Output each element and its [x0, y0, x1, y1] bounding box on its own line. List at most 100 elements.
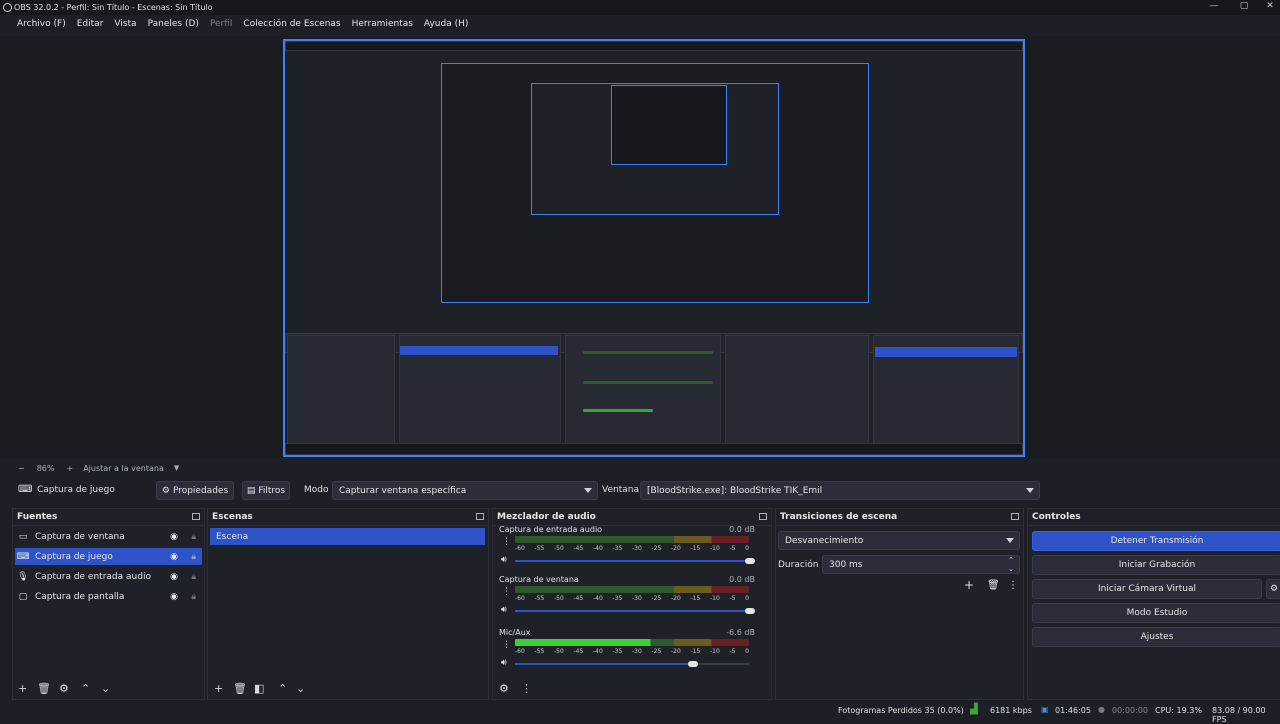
move-up-icon[interactable]: ⌃: [278, 682, 287, 695]
kebab-icon[interactable]: ⋮: [502, 640, 511, 650]
eye-icon[interactable]: ◉: [170, 572, 178, 582]
menu-perfil[interactable]: Perfil: [210, 19, 233, 29]
virtual-camera-settings-button[interactable]: ⚙: [1266, 579, 1280, 599]
add-icon[interactable]: +: [214, 682, 223, 695]
stop-streaming-button[interactable]: Detener Transmisión: [1032, 531, 1280, 551]
start-recording-button[interactable]: Iniciar Grabación: [1032, 555, 1280, 575]
zoom-out-button[interactable]: −: [18, 464, 25, 473]
volume-knob[interactable]: [688, 661, 699, 667]
scene-filter-icon[interactable]: ◧: [254, 682, 264, 695]
gamepad-icon: ⌨: [16, 551, 30, 562]
gear-icon[interactable]: ⚙: [59, 682, 69, 695]
menu-vista[interactable]: Vista: [114, 19, 136, 29]
source-item-audio[interactable]: 🎙︎ Captura de entrada audio ◉ 🔒︎: [15, 568, 202, 585]
record-icon: ●: [1098, 705, 1105, 714]
volume-slider[interactable]: [515, 661, 749, 667]
transition-value: Desvanecimiento: [785, 535, 864, 546]
filters-label: Filtros: [258, 485, 286, 496]
speaker-icon[interactable]: 🔊︎: [501, 658, 507, 668]
undock-icon[interactable]: [192, 513, 200, 520]
lock-icon[interactable]: 🔒︎: [191, 552, 196, 562]
menu-bar: Archivo (F) Editar Vista Paneles (D) Per…: [0, 16, 1280, 32]
zoom-fit-label[interactable]: Ajustar a la ventana: [83, 464, 164, 473]
settings-button[interactable]: Ajustes: [1032, 627, 1280, 647]
add-icon[interactable]: +: [964, 578, 974, 592]
filters-button[interactable]: ▤ Filtros: [242, 481, 290, 500]
menu-editar[interactable]: Editar: [77, 19, 104, 29]
db-scale: -60 -55 -50 -45 -40 -35 -30 -25 -20 -15 -10 -5 0: [515, 595, 749, 602]
duration-label: Duración: [778, 560, 819, 570]
trash-icon[interactable]: 🗑︎: [37, 682, 51, 695]
zoom-level: 86%: [36, 463, 55, 473]
source-item-game[interactable]: ⌨ Captura de juego ◉ 🔒︎: [15, 548, 202, 565]
start-virtual-camera-button[interactable]: Iniciar Cámara Virtual: [1032, 579, 1262, 599]
lock-icon[interactable]: 🔒︎: [191, 592, 196, 602]
undock-icon[interactable]: [759, 513, 767, 520]
preview-capture-image: [283, 39, 1025, 457]
studio-mode-button[interactable]: Modo Estudio: [1032, 603, 1280, 623]
gear-icon[interactable]: ⚙: [499, 682, 509, 695]
source-label: Captura de juego: [35, 551, 113, 562]
volume-slider[interactable]: [515, 608, 755, 614]
eye-icon[interactable]: ◉: [170, 532, 178, 542]
trash-icon[interactable]: 🗑︎: [233, 682, 247, 695]
spin-arrows-icon[interactable]: ⌃ ⌄: [1008, 556, 1014, 574]
transition-select[interactable]: Desvanecimiento: [778, 531, 1020, 550]
sources-header: Fuentes: [13, 509, 204, 526]
db-scale: -60 -55 -50 -45 -40 -35 -30 -25 -20 -15 -10 -5 0: [515, 545, 749, 552]
menu-herramientas[interactable]: Herramientas: [352, 19, 413, 29]
menu-coleccion[interactable]: Colección de Escenas: [243, 19, 340, 29]
gear-icon: ⚙: [161, 485, 170, 496]
mixer-channel: Captura de entrada audio 0.0 dB ⋮ -60 -55…: [497, 525, 759, 577]
move-down-icon[interactable]: ⌄: [296, 682, 305, 695]
source-item-screen[interactable]: ▢ Captura de pantalla ◉ 🔒︎: [15, 588, 202, 605]
scenes-title: Escenas: [212, 512, 253, 522]
move-up-icon[interactable]: ⌃: [81, 682, 90, 695]
undock-icon[interactable]: [1011, 513, 1019, 520]
maximize-icon[interactable]: ▢: [1232, 1, 1256, 14]
speaker-icon[interactable]: 🔊︎: [501, 555, 507, 565]
microphone-icon: 🎙︎: [17, 571, 29, 582]
window-title: OBS 32.0.2 - Perfil: Sin Título - Escena…: [14, 3, 213, 12]
volume-knob[interactable]: [745, 608, 755, 614]
transitions-header: Transiciones de escena: [776, 509, 1023, 526]
kebab-icon[interactable]: ⋮: [502, 587, 511, 597]
zoom-in-button[interactable]: +: [66, 464, 73, 473]
mode-select[interactable]: Capturar ventana específica: [332, 481, 598, 500]
channel-name: Captura de entrada audio: [499, 525, 603, 534]
scenes-dock: Escenas Escena + 🗑︎ ◧ ⌃ ⌄: [207, 508, 489, 700]
speaker-icon[interactable]: 🔊︎: [501, 605, 507, 615]
lock-icon[interactable]: 🔒︎: [191, 532, 196, 542]
signal-bars-icon: ▟: [970, 704, 978, 715]
chevron-down-icon[interactable]: ▼: [174, 464, 179, 472]
duration-spinbox[interactable]: 300 ms ⌃ ⌄: [822, 555, 1020, 574]
eye-icon[interactable]: ◉: [170, 552, 178, 562]
lock-icon[interactable]: 🔒︎: [191, 572, 196, 582]
properties-label: Propiedades: [172, 485, 229, 496]
source-item-window[interactable]: ▭ Captura de ventana ◉ 🔒︎: [15, 528, 202, 545]
undock-icon[interactable]: [476, 513, 484, 520]
eye-icon[interactable]: ◉: [170, 592, 178, 602]
minimize-icon[interactable]: —: [1202, 1, 1226, 14]
volume-slider[interactable]: [515, 558, 755, 564]
menu-paneles[interactable]: Paneles (D): [148, 19, 199, 29]
menu-ayuda[interactable]: Ayuda (H): [424, 19, 468, 29]
kebab-icon[interactable]: ⋮: [502, 537, 511, 547]
properties-button[interactable]: ⚙ Propiedades: [156, 481, 234, 500]
volume-knob[interactable]: [745, 558, 755, 564]
kebab-icon[interactable]: ⋮: [521, 682, 532, 695]
scene-item[interactable]: Escena: [210, 528, 485, 545]
trash-icon[interactable]: 🗑︎: [987, 580, 1000, 591]
menu-archivo[interactable]: Archivo (F): [17, 19, 66, 29]
zoom-row: − 86% + Ajustar a la ventana ▼: [0, 461, 1280, 475]
db-scale: -60 -55 -50 -45 -40 -35 -30 -25 -20 -15 -10 -5 0: [515, 648, 749, 655]
window-select[interactable]: [BloodStrike.exe]: BloodStrike TIK_Emil: [640, 481, 1040, 500]
mode-label: Modo: [304, 485, 329, 495]
level-meter: [515, 536, 749, 543]
close-icon[interactable]: ✕: [1258, 1, 1280, 14]
add-icon[interactable]: +: [18, 682, 27, 695]
record-time: 00:00:00: [1112, 706, 1148, 715]
kebab-icon[interactable]: ⋮: [1008, 580, 1018, 591]
move-down-icon[interactable]: ⌄: [101, 682, 110, 695]
controls-header: Controles: [1028, 509, 1280, 526]
